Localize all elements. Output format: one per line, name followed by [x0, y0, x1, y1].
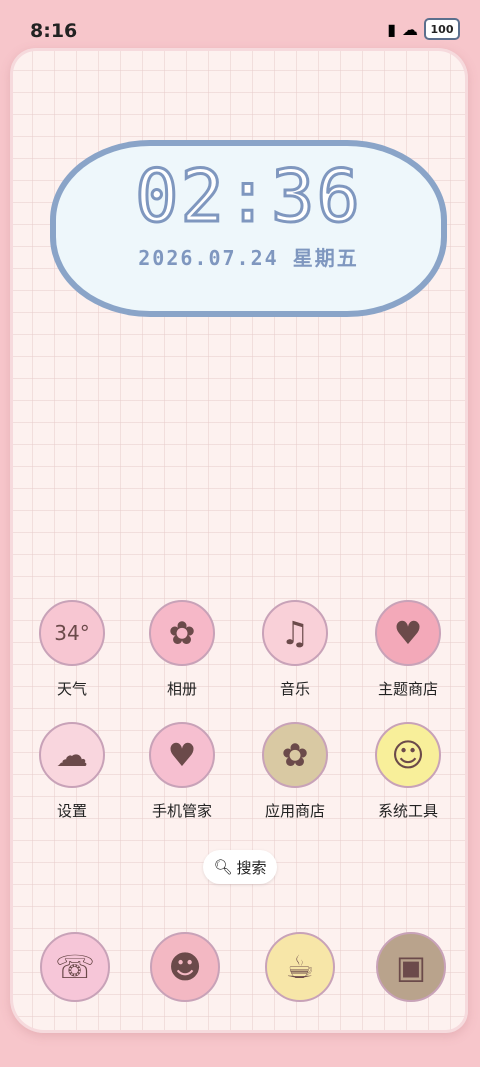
battery-icon: 100 — [424, 18, 460, 40]
settings-icon: ☁ — [39, 722, 105, 788]
app-settings[interactable]: ☁ 设置 — [22, 722, 122, 821]
weather-cloud-icon: 34° — [39, 600, 105, 666]
app-label: 系统工具 — [377, 802, 438, 820]
app-label: 设置 — [56, 802, 87, 820]
phone-dialer-icon[interactable]: ☏ — [40, 932, 110, 1002]
app-store-icon: ✿ — [262, 722, 328, 788]
clock-date: 2026.07.24 星期五 — [138, 246, 359, 270]
app-music[interactable]: ♫ 音乐 — [245, 600, 345, 699]
theme-store-icon: ♥ — [375, 600, 441, 666]
app-weather[interactable]: 34° 天气 — [22, 600, 122, 699]
app-label: 应用商店 — [264, 802, 325, 820]
camera-icon[interactable]: ▣ — [376, 932, 446, 1002]
signal-icon: ▮ — [387, 19, 396, 39]
search-button[interactable]: 🔍︎ 搜索 — [203, 850, 277, 884]
wifi-icon: ☁ — [402, 19, 418, 39]
search-icon: 🔍︎ — [213, 858, 233, 876]
app-label: 音乐 — [279, 680, 310, 698]
browser-icon[interactable]: ☕ — [265, 932, 335, 1002]
status-icons: ▮ ☁ 100 — [387, 18, 460, 40]
music-note-icon: ♫ — [262, 600, 328, 666]
app-label: 主题商店 — [377, 680, 438, 698]
weather-temp: 34° — [54, 621, 90, 645]
app-label: 天气 — [56, 680, 87, 698]
app-theme-store[interactable]: ♥ 主题商店 — [358, 600, 458, 699]
status-time: 8:16 — [30, 20, 78, 42]
clock-time: 02:36 — [134, 153, 362, 240]
status-bar: 8:16 ▮ ☁ 100 — [0, 0, 480, 48]
app-label: 手机管家 — [151, 802, 212, 820]
clock-widget[interactable]: 02:36 2026.07.24 星期五 — [50, 140, 447, 317]
app-gallery[interactable]: ✿ 相册 — [132, 600, 232, 699]
app-system-tools[interactable]: ☺ 系统工具 — [358, 722, 458, 821]
system-tools-icon: ☺ — [375, 722, 441, 788]
phone-manager-icon: ♥ — [149, 722, 215, 788]
gallery-icon: ✿ — [149, 600, 215, 666]
app-app-store[interactable]: ✿ 应用商店 — [245, 722, 345, 821]
search-label: 搜索 — [236, 858, 267, 877]
battery-level: 100 — [430, 22, 454, 36]
app-label: 相册 — [166, 680, 197, 698]
messages-icon[interactable]: ☻ — [150, 932, 220, 1002]
app-phone-manager[interactable]: ♥ 手机管家 — [132, 722, 232, 821]
